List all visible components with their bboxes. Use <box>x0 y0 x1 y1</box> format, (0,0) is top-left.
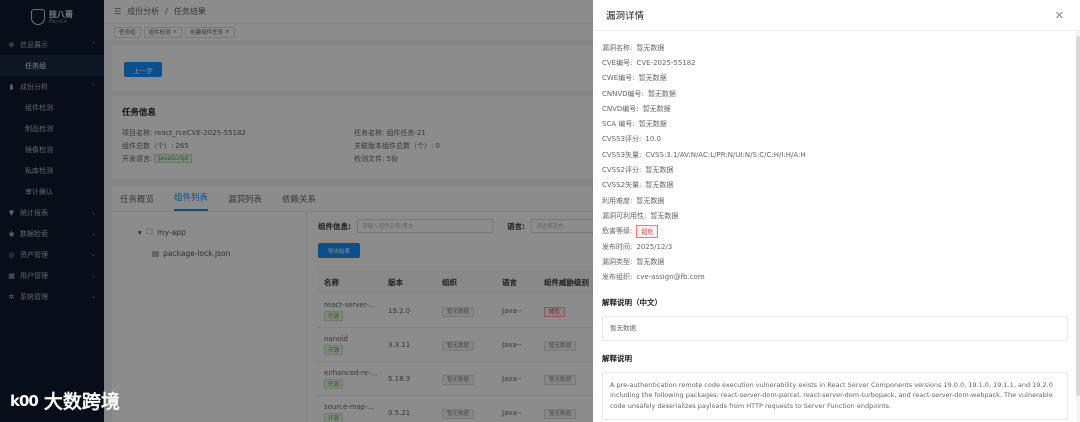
watermark-text: 大数跨境 <box>43 391 120 413</box>
field-cvss2-vector: CVSS2矢量: 暂无数据 <box>602 181 674 190</box>
close-icon[interactable]: ✕ <box>1055 9 1064 22</box>
watermark-logo: k00 <box>10 391 39 410</box>
watermark: k00 大数跨境 <box>10 387 120 414</box>
field-exploit-difficulty: 利用难度: 暂无数据 <box>602 196 665 205</box>
field-severity: 危害等级: 超危 <box>602 224 1068 239</box>
explain-box: A pre-authentication remote code executi… <box>602 371 1068 420</box>
explain-cn-box: 暂无数据 <box>602 315 1068 341</box>
drawer-body: 漏洞名称: 暂无数据 CVE编号: CVE-2025-55182 CWE编号: 暂无数… <box>602 40 1068 420</box>
field-cvss3-vector: CVSS3矢量: CVSS:3.1/AV:N/AC:L/PR:N/UI:N/S:C… <box>602 150 806 159</box>
field-cvss3-score: CVSS3评分: 10.0 <box>602 135 661 144</box>
field-cwe-id: CWE编号: 暂无数据 <box>602 74 667 83</box>
field-sca-id: SCA 编号: 暂无数据 <box>602 120 667 129</box>
field-cnnvd-id: CNNVD编号: 暂无数据 <box>602 89 676 98</box>
field-vuln-type: 漏洞类型: 暂无数据 <box>602 257 665 266</box>
field-cvss2-score: CVSS2评分: 暂无数据 <box>602 166 674 175</box>
field-exploitability: 漏洞可利用性: 暂无数据 <box>602 211 679 220</box>
explain-cn-title: 解释说明（中文） <box>602 297 662 307</box>
vulnerability-detail-drawer: 漏洞详情 ✕ 漏洞名称: 暂无数据 CVE编号: CVE-2025-55182 CW… <box>593 0 1080 422</box>
severity-tag: 超危 <box>636 224 659 238</box>
field-publisher: 发布组织: cve-assign@fb.com <box>602 273 705 282</box>
field-vuln-name: 漏洞名称: 暂无数据 <box>602 43 665 52</box>
drawer-header: 漏洞详情 ✕ <box>593 0 1080 31</box>
drawer-title: 漏洞详情 <box>606 11 645 22</box>
drawer-mask[interactable] <box>0 0 593 422</box>
field-cve-id: CVE编号: CVE-2025-55182 <box>602 58 696 67</box>
field-cnvd-id: CNVD编号: 暂无数据 <box>602 104 671 113</box>
field-publish-date: 发布时间: 2025/12/3 <box>602 242 673 251</box>
drawer-scrollbar-thumb[interactable] <box>1076 36 1080 396</box>
explain-title: 解释说明 <box>602 353 632 363</box>
